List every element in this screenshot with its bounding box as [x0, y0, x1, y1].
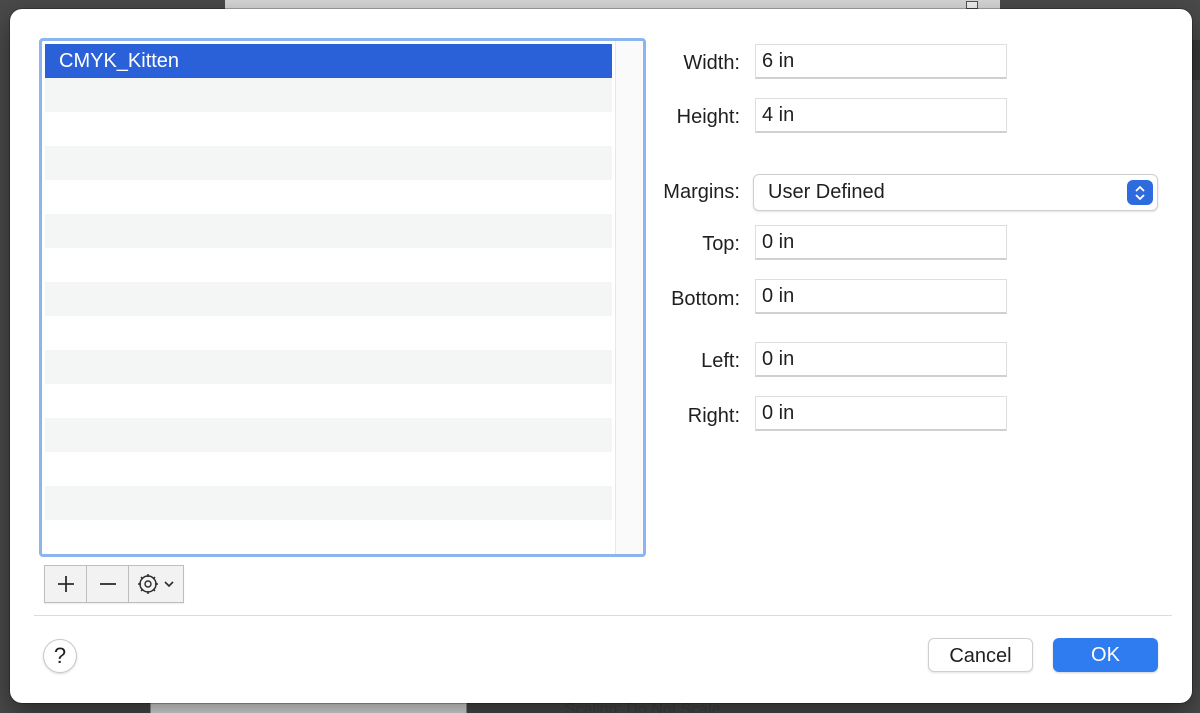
cancel-button[interactable]: Cancel — [928, 638, 1033, 672]
margins-popup-button[interactable]: User Defined — [753, 174, 1158, 211]
paper-size-item-selected[interactable]: CMYK_Kitten — [45, 44, 612, 78]
help-button[interactable]: ? — [43, 639, 77, 673]
gear-icon — [138, 574, 158, 594]
right-margin-label: Right: — [687, 405, 740, 427]
right-margin-field[interactable]: 0 in — [755, 396, 1007, 431]
margins-label: Margins: — [663, 181, 740, 203]
popup-arrows-icon — [1127, 180, 1153, 205]
bottom-margin-label: Bottom: — [671, 288, 740, 310]
top-margin-label: Top: — [702, 233, 740, 255]
paper-size-actions-menu-button[interactable] — [129, 566, 183, 602]
plus-icon — [57, 576, 74, 592]
height-field[interactable]: 4 in — [755, 98, 1007, 133]
left-margin-label: Left: — [701, 350, 740, 372]
top-margin-field[interactable]: 0 in — [755, 225, 1007, 260]
background-window-control — [966, 1, 978, 9]
left-margin-field[interactable]: 0 in — [755, 342, 1007, 377]
remove-paper-size-button[interactable] — [87, 566, 129, 602]
bottom-margin-field[interactable]: 0 in — [755, 279, 1007, 314]
custom-paper-size-dialog: CMYK_Kitten Width: 6 in Height: 4 in Mar… — [10, 9, 1192, 703]
add-paper-size-button[interactable] — [45, 566, 87, 602]
width-label: Width: — [683, 52, 740, 74]
minus-icon — [99, 583, 116, 585]
height-label: Height: — [676, 106, 740, 128]
background-window-edge — [1192, 40, 1200, 80]
margins-popup-value: User Defined — [768, 181, 885, 203]
footer-divider — [34, 615, 1172, 616]
list-edit-controls — [44, 565, 184, 603]
paper-size-list-rows: CMYK_Kitten — [45, 44, 612, 551]
chevron-down-icon — [164, 581, 174, 588]
ok-button[interactable]: OK — [1053, 638, 1158, 672]
paper-size-list[interactable]: CMYK_Kitten — [39, 38, 646, 557]
width-field[interactable]: 6 in — [755, 44, 1007, 79]
